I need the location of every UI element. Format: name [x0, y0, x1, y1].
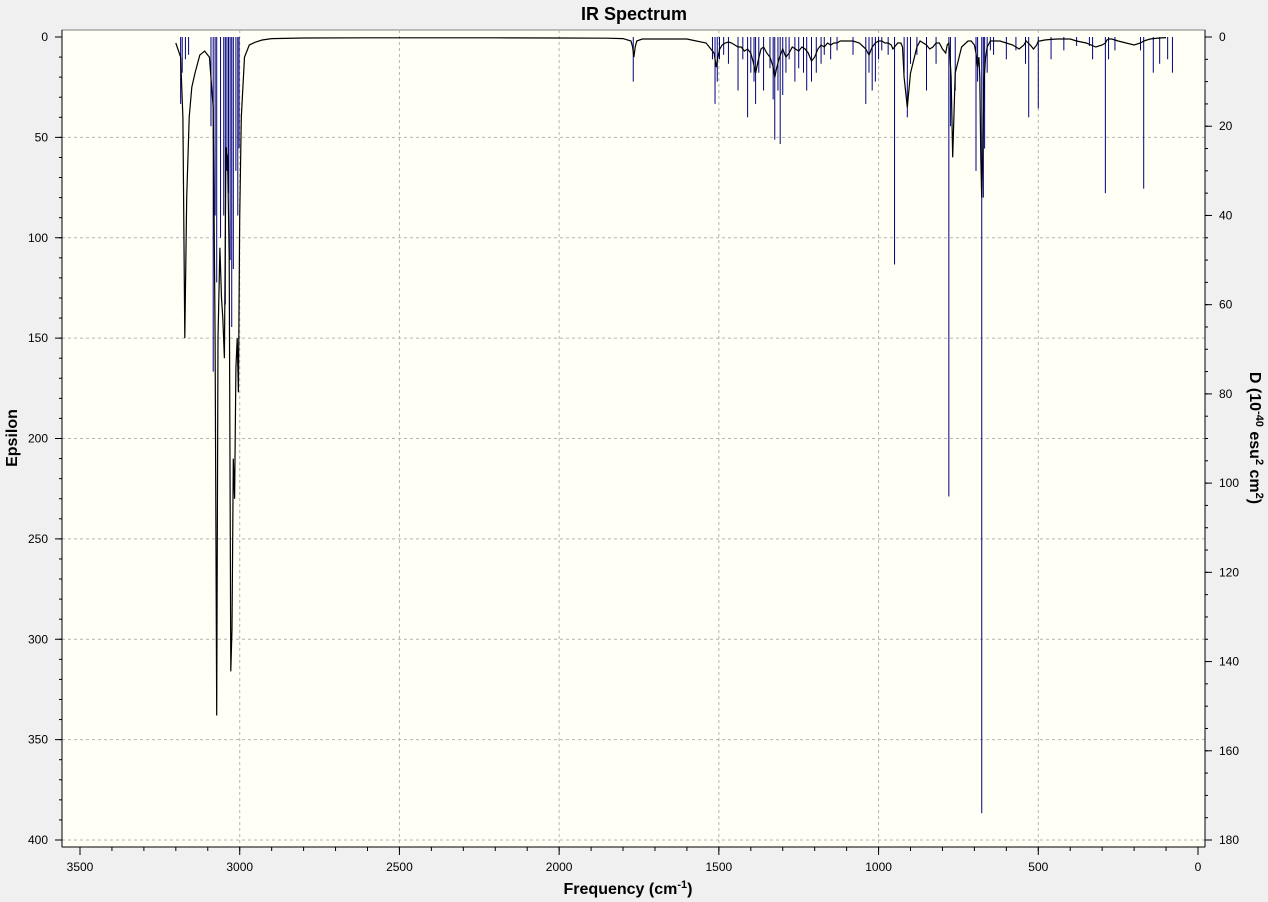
y-axis-right-label-a: D (10: [1246, 372, 1263, 411]
y-axis-right-label-d: ): [1246, 499, 1263, 504]
y-axis-right-label-b: esu: [1246, 427, 1263, 459]
x-axis-label-main: Frequency (cm: [564, 881, 678, 898]
y-left-tick-label: 350: [28, 733, 48, 747]
x-tick-label: 500: [1028, 860, 1048, 874]
y-left-tick-label: 50: [35, 130, 49, 144]
x-tick-label: 2500: [386, 860, 413, 874]
y-right-tick-label: 140: [1219, 655, 1239, 669]
y-right-tick-label: 100: [1219, 476, 1239, 490]
y-right-tick-label: 80: [1219, 387, 1233, 401]
chart-title: IR Spectrum: [581, 4, 687, 24]
x-tick-label: 1000: [865, 860, 892, 874]
y-right-tick-label: 160: [1219, 744, 1239, 758]
y-left-tick-label: 150: [28, 331, 48, 345]
x-axis-label-exponent: -1: [677, 879, 687, 891]
y-right-tick-label: 120: [1219, 565, 1239, 579]
y-axis-left-label: Epsilon: [4, 409, 21, 467]
x-tick-label: 0: [1195, 860, 1202, 874]
y-axis-right-label: D (10-40 esu2 cm2): [1246, 372, 1265, 504]
y-right-tick-label: 0: [1219, 30, 1226, 44]
y-axis-right-label-c: cm: [1246, 465, 1263, 493]
y-left-tick-label: 0: [41, 30, 48, 44]
y-left-tick-label: 200: [28, 432, 48, 446]
y-left-tick-label: 300: [28, 632, 48, 646]
x-tick-label: 2000: [546, 860, 573, 874]
y-right-tick-label: 20: [1219, 119, 1233, 133]
x-tick-label: 1500: [706, 860, 733, 874]
y-right-tick-label: 60: [1219, 298, 1233, 312]
y-axis-right-label-exp1: -40: [1253, 411, 1265, 427]
y-left-tick-label: 400: [28, 833, 48, 847]
x-tick-label: 3500: [67, 860, 94, 874]
y-right-tick-label: 40: [1219, 208, 1233, 222]
y-right-tick-label: 180: [1219, 833, 1239, 847]
x-axis-label-tail: ): [687, 881, 692, 898]
x-tick-label: 3000: [226, 860, 253, 874]
chart-canvas: IR Spectrum 3500 3000 2500 2000 1500 1000 500 0…: [4, 4, 1265, 898]
y-left-tick-label: 100: [28, 231, 48, 245]
ir-spectrum-chart: IR Spectrum 3500 3000 2500 2000 1500 1000 500 0…: [0, 0, 1268, 902]
x-axis-label: Frequency (cm-1): [564, 879, 693, 898]
y-left-tick-label: 250: [28, 532, 48, 546]
